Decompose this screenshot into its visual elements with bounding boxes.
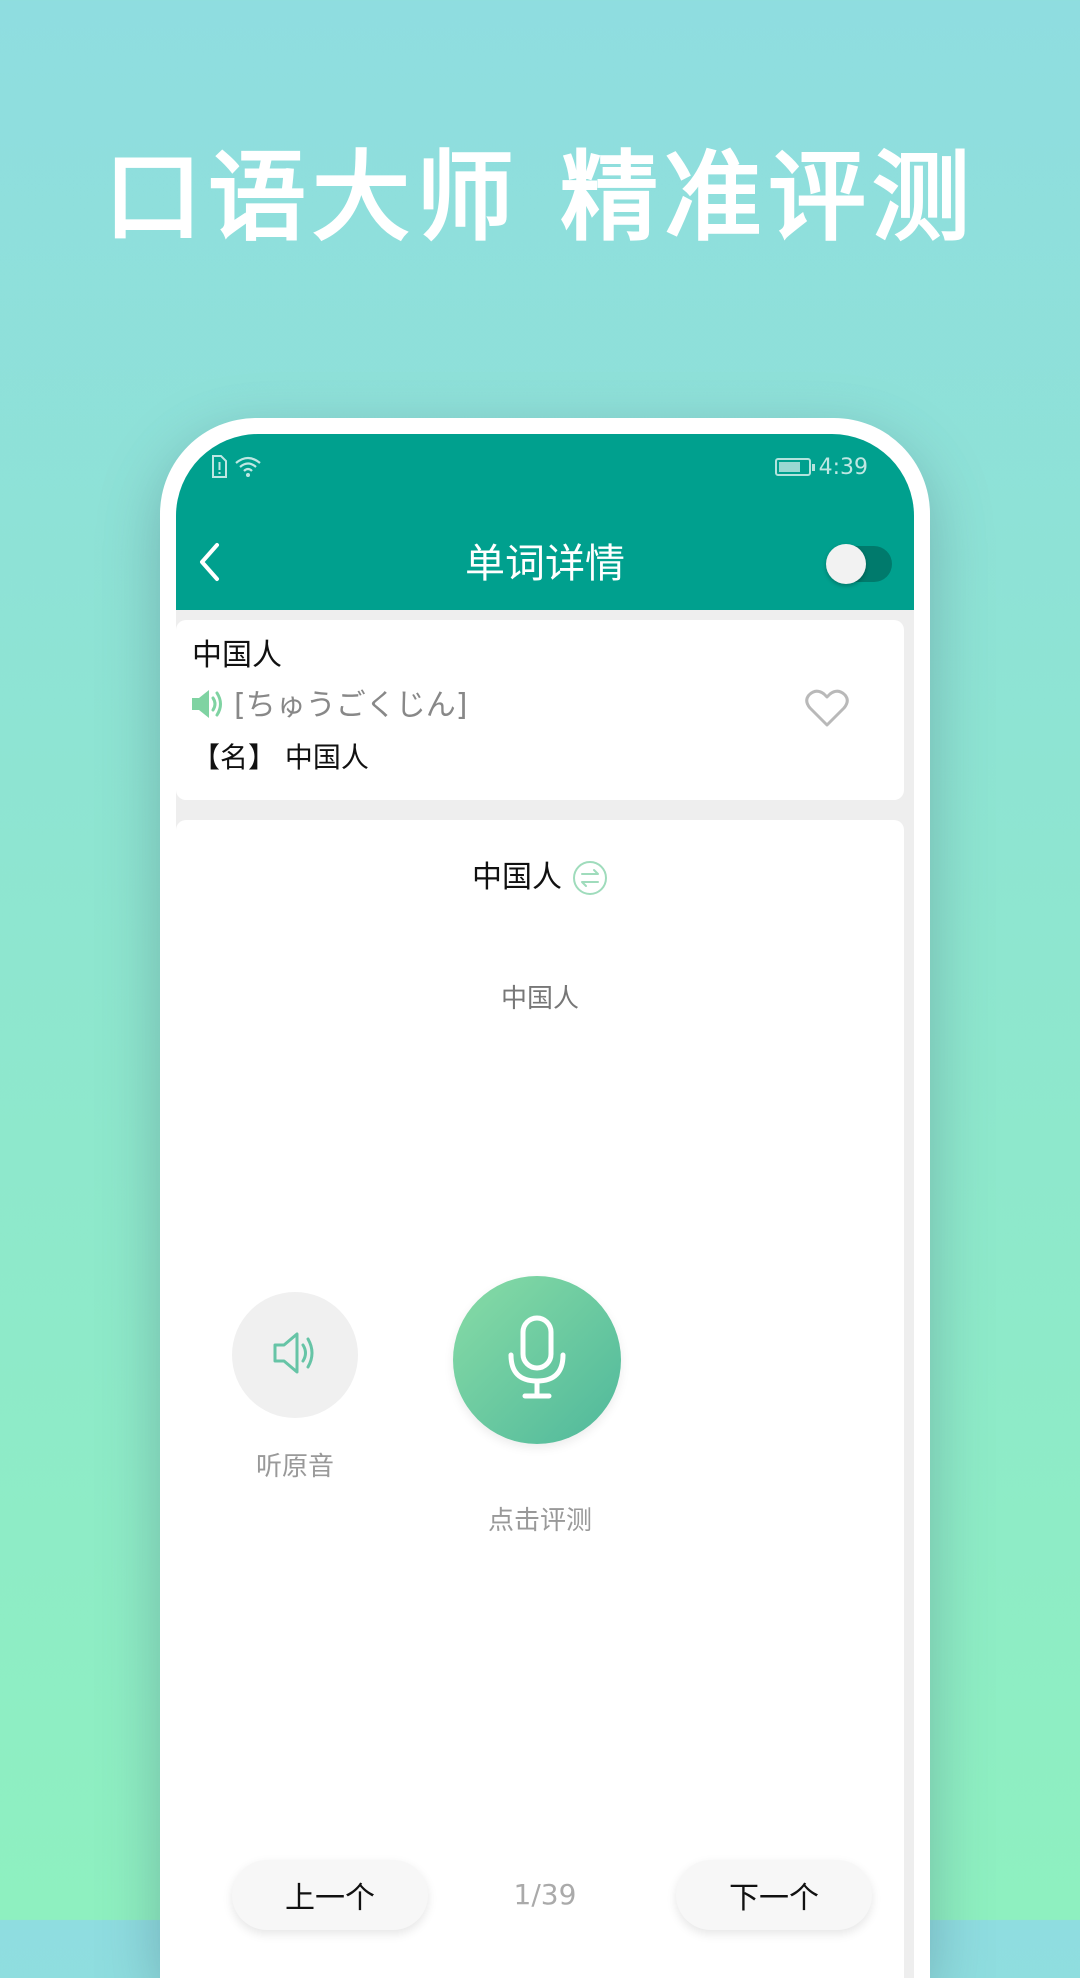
status-icons-left <box>210 454 262 484</box>
app-header: 4:39 单词详情 <box>176 434 914 610</box>
phone-screen: 4:39 单词详情 中国人 [ちゅうごくじん] 【名】 中国人 中国人 中国人 … <box>176 434 914 1978</box>
swap-arrows-icon[interactable] <box>572 860 608 896</box>
record-evaluate-label: 点击评测 <box>487 1506 592 1536</box>
status-icons-right: 4:39 <box>774 452 868 482</box>
phone-frame: 4:39 单词详情 中国人 [ちゅうごくじん] 【名】 中国人 中国人 中国人 … <box>160 418 930 1978</box>
sim-alert-icon <box>210 455 228 483</box>
wifi-icon <box>234 456 262 482</box>
speaker-icon <box>271 1330 319 1380</box>
pronunciation-text: [ちゅうごくじん] <box>234 688 468 723</box>
battery-charging-icon <box>774 458 815 476</box>
favorite-button[interactable] <box>804 688 850 728</box>
mode-toggle[interactable] <box>826 544 892 584</box>
speaker-icon <box>190 687 226 725</box>
word-title: 中国人 <box>192 638 282 673</box>
microphone-icon <box>505 1315 569 1405</box>
evaluation-word: 中国人 <box>472 860 562 895</box>
evaluation-reading: 中国人 <box>500 984 579 1014</box>
toggle-knob <box>826 544 866 584</box>
heart-outline-icon <box>804 689 850 732</box>
listen-original-label: 听原音 <box>255 1452 334 1482</box>
banner-headline: 口语大师 精准评测 <box>103 141 977 255</box>
status-time: 4:39 <box>818 454 868 480</box>
listen-original-button[interactable] <box>232 1292 358 1418</box>
evaluation-card: 中国人 中国人 听原音 点击评测 <box>176 820 904 1978</box>
page-title: 单词详情 <box>465 541 625 587</box>
evaluation-word-row: 中国人 <box>176 856 904 900</box>
record-evaluate-button[interactable] <box>453 1276 621 1444</box>
pager: 1/39 上一个 下一个 <box>176 1860 914 1936</box>
word-card: 中国人 [ちゅうごくじん] 【名】 中国人 <box>176 620 904 800</box>
pronunciation-play[interactable]: [ちゅうごくじん] <box>190 684 467 728</box>
word-meaning: 【名】 中国人 <box>192 741 369 774</box>
